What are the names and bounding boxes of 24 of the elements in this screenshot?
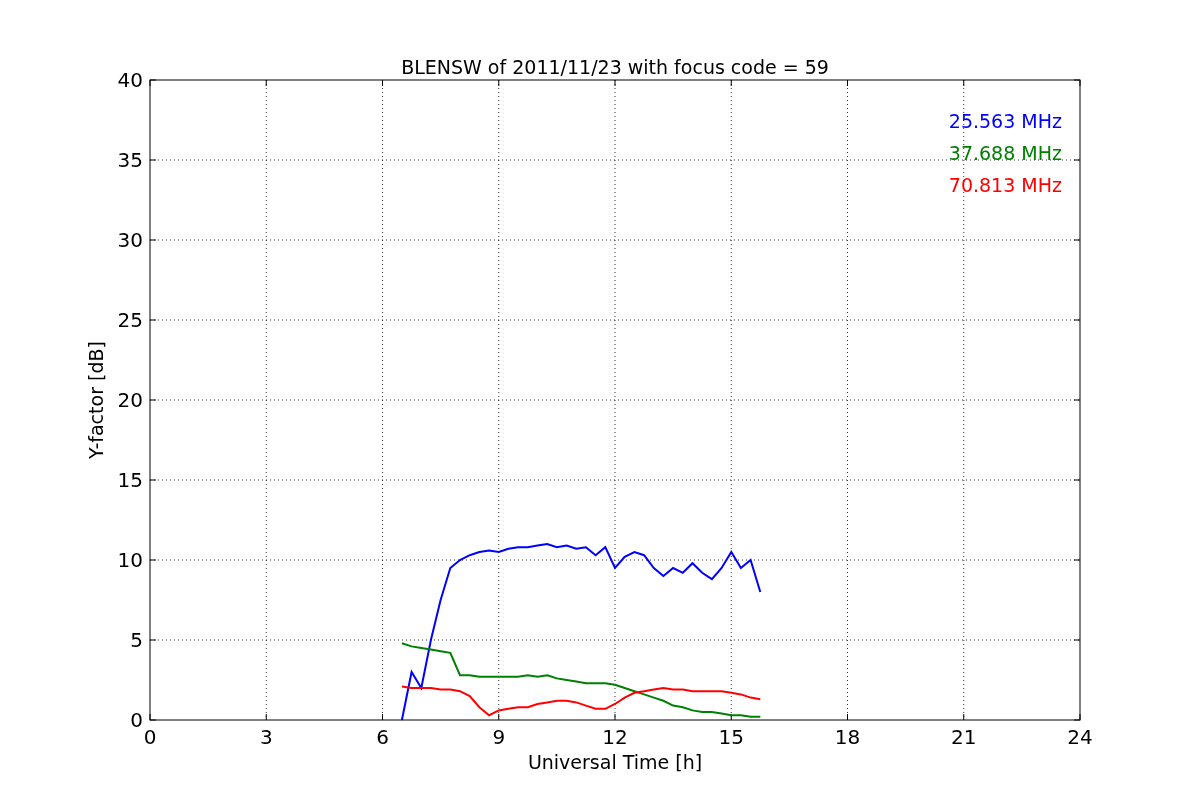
y-axis-label: Y-factor [dB] — [85, 341, 107, 459]
tick-label: 5 — [130, 628, 143, 652]
tick-label: 15 — [718, 725, 744, 749]
legend-label: 25.563 MHz — [948, 110, 1062, 132]
x-axis-label: Universal Time [h] — [527, 751, 703, 773]
tick-label: 15 — [117, 468, 143, 492]
chart-title: BLENSW of 2011/11/23 with focus code = 59 — [401, 56, 829, 78]
tick-label: 40 — [117, 68, 143, 92]
tick-label: 18 — [834, 725, 861, 749]
legend-label: 37.688 MHz — [948, 142, 1062, 164]
tick-label: 3 — [259, 725, 273, 749]
tick-label: 6 — [376, 725, 389, 749]
tick-label: 25 — [117, 308, 143, 332]
tick-label: 35 — [117, 148, 143, 172]
tick-label: 24 — [1067, 725, 1093, 749]
tick-label: 10 — [117, 548, 143, 572]
tick-label: 0 — [130, 708, 143, 732]
tick-label: 30 — [117, 228, 143, 252]
tick-label: 0 — [143, 725, 157, 749]
tick-label: 9 — [492, 725, 506, 749]
tick-label: 21 — [951, 725, 977, 749]
tick-label: 12 — [602, 725, 628, 749]
tick-label: 20 — [117, 388, 143, 412]
legend-label: 70.813 MHz — [948, 174, 1062, 196]
